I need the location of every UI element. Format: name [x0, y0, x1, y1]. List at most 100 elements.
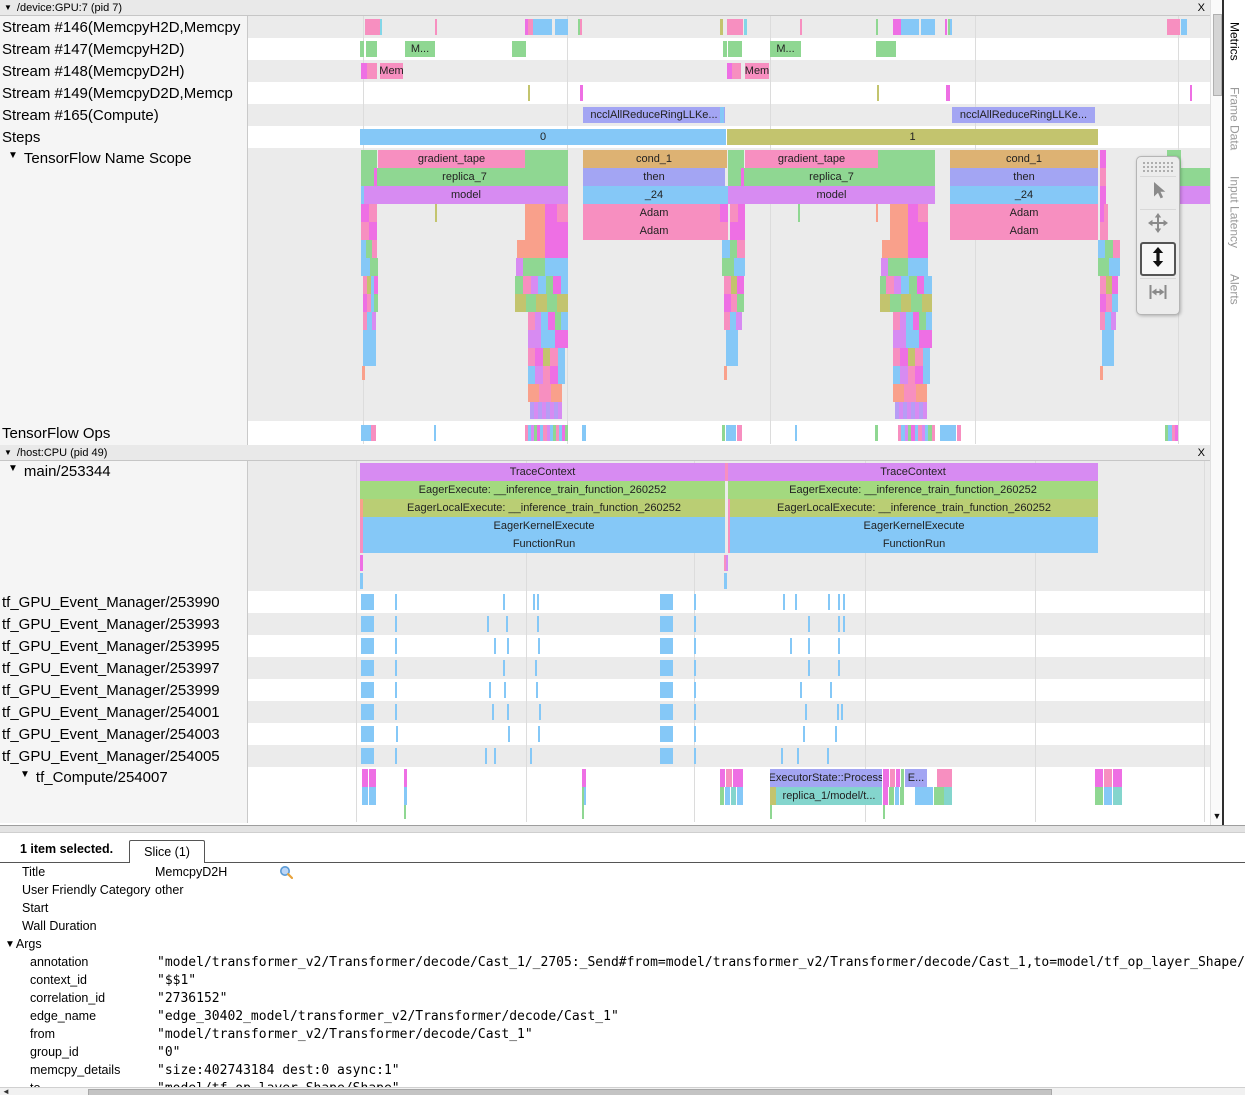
trace-event[interactable]	[516, 258, 523, 276]
trace-event[interactable]	[361, 258, 378, 276]
trace-event[interactable]	[361, 594, 374, 610]
trace-event[interactable]	[725, 787, 730, 805]
trace-event[interactable]	[1100, 150, 1106, 168]
trace-event[interactable]	[363, 312, 376, 330]
trace-event[interactable]	[876, 41, 896, 57]
trace-event[interactable]	[694, 660, 696, 676]
trace-event[interactable]	[881, 258, 888, 276]
trace-event[interactable]: ncclAllReduceRingLLKe...	[583, 107, 725, 123]
trace-event[interactable]	[366, 41, 377, 57]
track-label[interactable]: ▼tf_Compute/254007	[0, 767, 248, 823]
trace-event[interactable]	[485, 748, 487, 764]
trace-event[interactable]: then	[950, 168, 1098, 186]
trace-event[interactable]	[724, 366, 727, 380]
trace-event[interactable]	[827, 748, 829, 764]
trace-event[interactable]	[503, 660, 505, 676]
close-icon[interactable]: X	[1198, 447, 1205, 459]
trace-event[interactable]	[555, 19, 568, 35]
trace-event[interactable]	[893, 312, 932, 330]
trace-event[interactable]	[545, 240, 568, 258]
trace-event[interactable]	[492, 704, 494, 720]
trace-event[interactable]	[694, 726, 696, 742]
trace-event[interactable]	[530, 402, 562, 419]
trace-event[interactable]	[1104, 787, 1112, 805]
trace-event[interactable]	[361, 240, 377, 258]
trace-event[interactable]	[723, 150, 727, 168]
trace-event[interactable]	[395, 616, 397, 632]
trace-event[interactable]	[728, 150, 744, 168]
trace-event[interactable]	[694, 682, 696, 698]
trace-event[interactable]	[515, 294, 568, 312]
trace-event[interactable]: EagerKernelExecute	[363, 517, 725, 535]
trace-event[interactable]	[374, 168, 377, 186]
collapse-icon[interactable]: ▼	[8, 150, 18, 161]
panel-resize-handle[interactable]	[0, 826, 1245, 833]
track-timeline[interactable]	[248, 591, 1210, 613]
trace-event[interactable]: cond_1	[583, 150, 725, 168]
trace-event[interactable]	[537, 616, 539, 632]
trace-event[interactable]	[395, 594, 397, 610]
tab-metrics[interactable]: Metrics	[1228, 22, 1242, 61]
trace-event[interactable]	[1100, 186, 1106, 204]
trace-event[interactable]: Mem	[380, 63, 403, 79]
trace-event[interactable]	[838, 594, 840, 610]
trace-event[interactable]	[395, 682, 397, 698]
trace-event[interactable]: ncclAllReduceRingLLKe...	[952, 107, 1095, 123]
trace-event[interactable]	[694, 638, 696, 654]
trace-event[interactable]	[877, 85, 879, 101]
trace-event[interactable]	[580, 85, 583, 101]
trace-event[interactable]	[805, 704, 807, 720]
trace-event[interactable]	[1181, 19, 1187, 35]
process-header[interactable]: ▼/host:CPU (pid 49)X	[0, 445, 1210, 461]
trace-event[interactable]	[361, 660, 374, 676]
tab-input-latency[interactable]: Input Latency	[1228, 176, 1242, 248]
trace-event[interactable]	[720, 769, 725, 787]
trace-event[interactable]	[395, 748, 397, 764]
trace-event[interactable]	[726, 769, 732, 787]
trace-event[interactable]	[361, 150, 377, 168]
trace-event[interactable]	[362, 366, 365, 380]
trace-event[interactable]	[896, 769, 900, 787]
trace-event[interactable]	[901, 19, 919, 35]
trace-event[interactable]	[781, 748, 783, 764]
trace-event[interactable]	[944, 787, 952, 805]
selection-tool-button[interactable]	[1140, 176, 1176, 207]
args-section-header[interactable]: ▼Args	[0, 935, 1245, 953]
trace-event[interactable]	[724, 573, 727, 589]
trace-event[interactable]	[504, 682, 506, 698]
track-timeline[interactable]: 01	[248, 126, 1210, 148]
trace-event[interactable]	[726, 555, 728, 571]
trace-event[interactable]	[724, 312, 742, 330]
horizontal-scrollbar-thumb[interactable]	[88, 1089, 1052, 1095]
trace-event[interactable]	[536, 682, 538, 698]
trace-event[interactable]	[369, 769, 376, 787]
trace-event[interactable]: Adam	[950, 204, 1098, 222]
trace-event[interactable]	[660, 748, 673, 764]
trace-event[interactable]: gradient_tape	[745, 150, 878, 168]
trace-event[interactable]	[730, 204, 745, 222]
trace-event[interactable]	[828, 594, 830, 610]
close-icon[interactable]: X	[1198, 2, 1205, 14]
trace-event[interactable]	[843, 594, 845, 610]
trace-event[interactable]: Adam	[583, 204, 725, 222]
trace-event[interactable]: model	[364, 186, 568, 204]
track-label[interactable]: ▼main/253344	[0, 461, 248, 591]
trace-event[interactable]: gradient_tape	[378, 150, 525, 168]
trace-event[interactable]	[783, 594, 785, 610]
trace-event[interactable]	[1165, 425, 1178, 441]
trace-event[interactable]	[538, 638, 540, 654]
trace-event[interactable]: FunctionRun	[730, 535, 1098, 553]
trace-event[interactable]	[937, 769, 952, 787]
trace-event[interactable]	[487, 616, 489, 632]
track-timeline[interactable]	[248, 421, 1210, 445]
trace-event[interactable]	[741, 168, 744, 186]
trace-event[interactable]	[838, 660, 840, 676]
trace-event[interactable]	[404, 787, 407, 805]
trace-event[interactable]	[533, 594, 535, 610]
trace-event[interactable]	[886, 276, 932, 294]
scroll-left-icon[interactable]: ◄	[2, 1087, 10, 1095]
trace-event[interactable]	[361, 638, 374, 654]
trace-event[interactable]	[535, 660, 537, 676]
trace-event[interactable]	[893, 384, 927, 402]
trace-event[interactable]	[395, 638, 397, 654]
